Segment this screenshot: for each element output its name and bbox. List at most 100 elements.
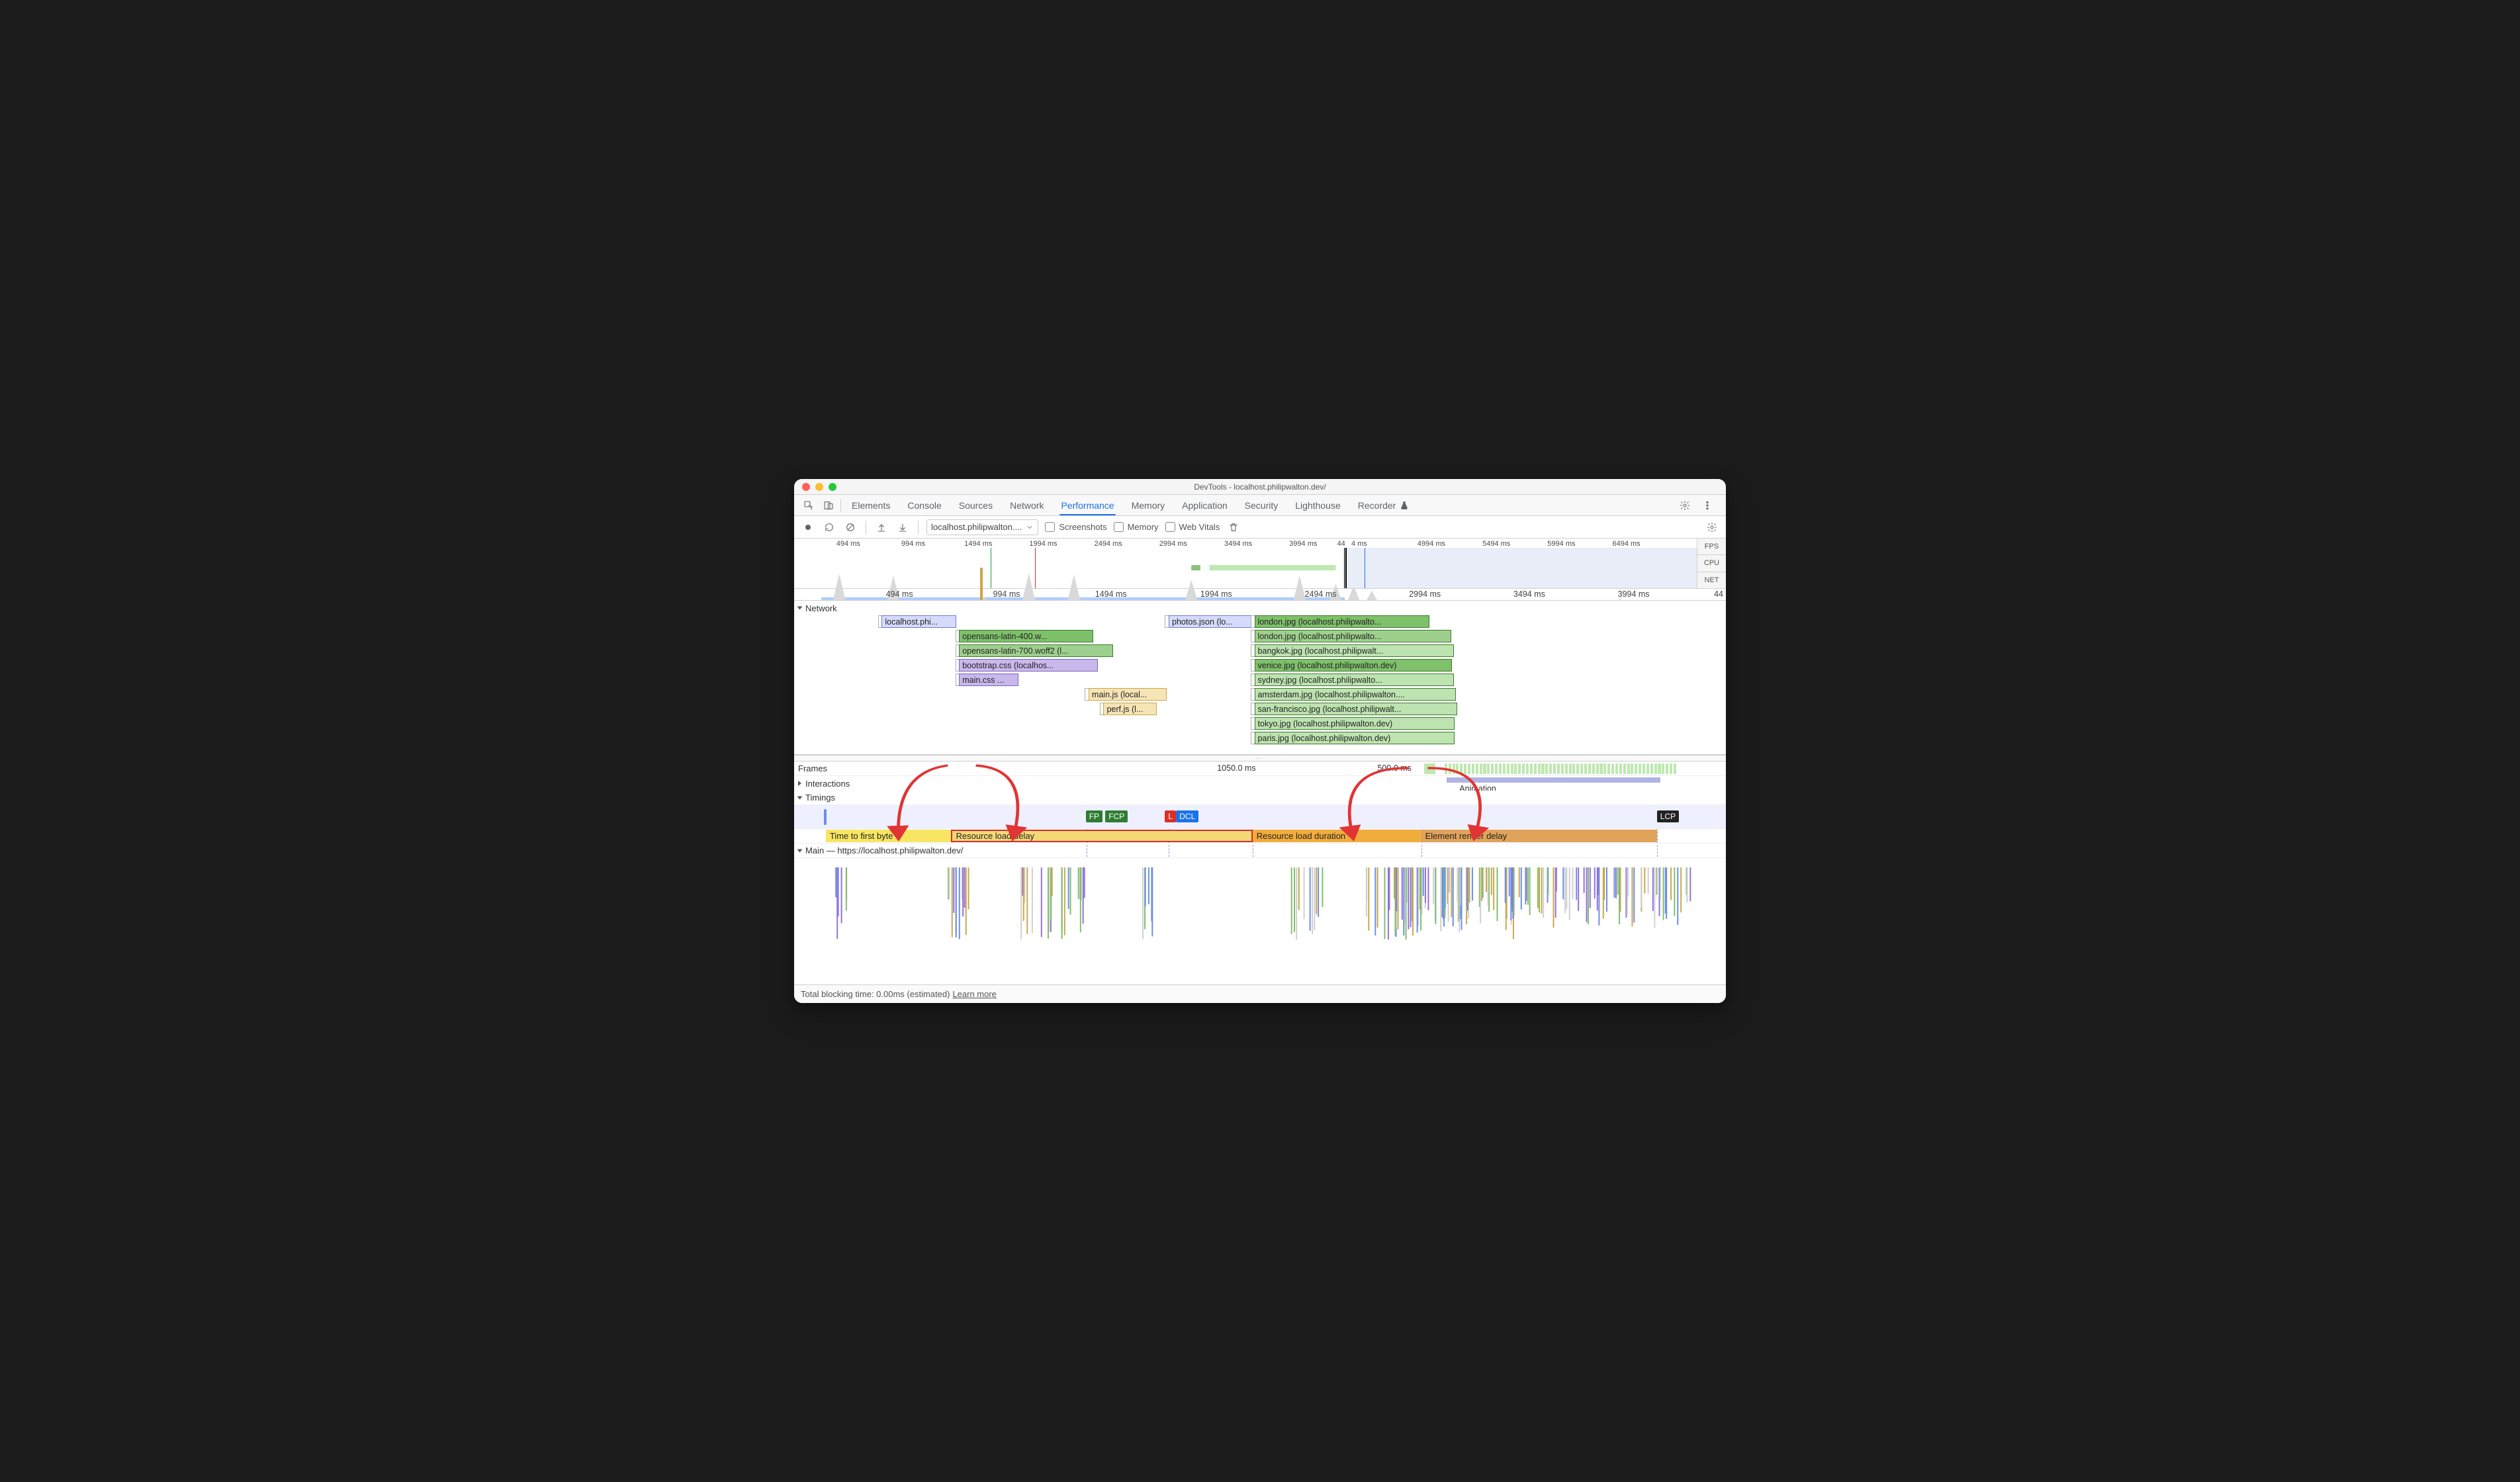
maximize-icon[interactable]: [829, 483, 836, 491]
badge-fp[interactable]: FP: [1086, 810, 1102, 822]
network-request[interactable]: sydney.jpg (localhost.philipwalto...: [1255, 674, 1454, 686]
network-request[interactable]: perf.js (l...: [1103, 703, 1156, 715]
timings-row[interactable]: FPFCP LDCL LCP: [794, 805, 1726, 829]
target-select-label: localhost.philipwalton....: [931, 522, 1022, 532]
seg-render-delay[interactable]: Element render delay: [1421, 830, 1657, 842]
status-footer: Total blocking time: 0.00ms (estimated) …: [794, 984, 1726, 1003]
network-request[interactable]: amsterdam.jpg (localhost.philipwalton...…: [1255, 688, 1456, 701]
network-request[interactable]: localhost.phi...: [881, 615, 956, 628]
overview-tick: 4994 ms: [1418, 540, 1445, 548]
badge-dcl[interactable]: DCL: [1176, 810, 1198, 822]
seg-load-duration[interactable]: Resource load duration: [1253, 830, 1421, 842]
lane-fps: FPS: [1697, 539, 1726, 555]
learn-more-link[interactable]: Learn more: [952, 989, 996, 999]
seg-load-delay[interactable]: Resource load delay: [951, 830, 1253, 842]
panels: Network localhost.phi...opensans-latin-4…: [794, 601, 1726, 984]
overview-tick: 44: [1337, 540, 1345, 548]
reload-icon[interactable]: [822, 520, 836, 535]
network-request[interactable]: bangkok.jpg (localhost.philipwalt...: [1255, 644, 1454, 657]
devtools-window: DevTools - localhost.philipwalton.dev/ E…: [794, 479, 1726, 1003]
lcp-breakdown-row[interactable]: Time to first byteResource load delayRes…: [794, 829, 1726, 844]
settings-icon[interactable]: [1676, 496, 1694, 515]
main-flame-canvas[interactable]: [794, 858, 1726, 920]
main-header[interactable]: Main — https://localhost.philipwalton.de…: [794, 844, 1726, 858]
main-tabs: Elements Console Sources Network Perform…: [794, 495, 1726, 516]
badge-lcp[interactable]: LCP: [1657, 810, 1679, 822]
overview-tick: 6494 ms: [1612, 540, 1640, 548]
tab-lighthouse[interactable]: Lighthouse: [1287, 496, 1349, 515]
network-request[interactable]: london.jpg (localhost.philipwalto...: [1255, 615, 1430, 628]
tab-memory[interactable]: Memory: [1124, 496, 1173, 515]
overview-tick: 5994 ms: [1547, 540, 1575, 548]
timings-header[interactable]: Timings: [794, 791, 1726, 805]
tab-security[interactable]: Security: [1237, 496, 1286, 515]
clear-icon[interactable]: [843, 520, 858, 535]
tab-application[interactable]: Application: [1174, 496, 1236, 515]
title-bar: DevTools - localhost.philipwalton.dev/: [794, 479, 1726, 495]
target-select[interactable]: localhost.philipwalton....: [926, 519, 1038, 535]
tab-sources[interactable]: Sources: [951, 496, 1001, 515]
network-header[interactable]: Network: [794, 601, 1726, 615]
window-title: DevTools - localhost.philipwalton.dev/: [1194, 482, 1326, 492]
overview-tick: 494 ms: [836, 540, 860, 548]
overview-tick: 5494 ms: [1482, 540, 1510, 548]
minimize-icon[interactable]: [815, 483, 823, 491]
panel-settings-icon[interactable]: [1705, 520, 1719, 535]
tab-network[interactable]: Network: [1002, 496, 1052, 515]
flame-area: Frames 1050.0 ms500.0 ms Interactions An…: [794, 762, 1726, 920]
network-request[interactable]: venice.jpg (localhost.philipwalton.dev): [1255, 659, 1452, 672]
network-request[interactable]: main.css ...: [959, 674, 1018, 686]
download-icon[interactable]: [895, 520, 910, 535]
overview-tick: 3494 ms: [1224, 540, 1252, 548]
close-icon[interactable]: [802, 483, 810, 491]
tab-performance[interactable]: Performance: [1053, 496, 1122, 515]
network-block: Network localhost.phi...opensans-latin-4…: [794, 601, 1726, 755]
disclosure-triangle-icon: [797, 796, 803, 799]
network-request[interactable]: opensans-latin-700.woff2 (l...: [959, 644, 1112, 657]
overview-tick: 994 ms: [901, 540, 925, 548]
cb-memory[interactable]: Memory: [1114, 522, 1159, 532]
overview-tick: 2994 ms: [1159, 540, 1187, 548]
disclosure-triangle-icon: [797, 849, 803, 852]
ruler-tick: 994 ms: [993, 589, 1020, 599]
ruler-tick: 2994 ms: [1409, 589, 1441, 599]
network-request[interactable]: san-francisco.jpg (localhost.philipwalt.…: [1255, 703, 1458, 715]
more-icon[interactable]: [1698, 496, 1717, 515]
resize-grip[interactable]: ⋯: [794, 755, 1726, 762]
overview-tick: 4 ms: [1351, 540, 1367, 548]
frame-time: 1050.0 ms: [1217, 763, 1255, 773]
cb-webvitals[interactable]: Web Vitals: [1165, 522, 1220, 532]
ruler-tick: 494 ms: [886, 589, 913, 599]
chevron-down-icon: [1026, 523, 1034, 531]
ruler-tick: 3494 ms: [1513, 589, 1545, 599]
tab-recorder[interactable]: Recorder: [1350, 496, 1418, 515]
tab-console[interactable]: Console: [899, 496, 949, 515]
overview-tick: 3994 ms: [1289, 540, 1317, 548]
device-toggle-icon[interactable]: [819, 496, 838, 515]
disclosure-triangle-icon: [798, 781, 801, 786]
network-request[interactable]: photos.json (lo...: [1169, 615, 1255, 628]
network-request[interactable]: london.jpg (localhost.philipwalto...: [1255, 630, 1451, 642]
record-icon[interactable]: [801, 520, 815, 535]
ruler-tick: 2494 ms: [1305, 589, 1337, 599]
frames-header[interactable]: Frames 1050.0 ms500.0 ms: [794, 762, 1726, 776]
tbt-label: Total blocking time: 0.00ms (estimated): [801, 989, 950, 999]
upload-icon[interactable]: [874, 520, 889, 535]
seg-ttfb[interactable]: Time to first byte: [826, 830, 951, 842]
tab-elements[interactable]: Elements: [844, 496, 898, 515]
network-request[interactable]: bootstrap.css (localhos...: [959, 659, 1098, 672]
overview-strip[interactable]: 494 ms994 ms1494 ms1994 ms2494 ms2994 ms…: [794, 539, 1726, 589]
trash-icon[interactable]: [1226, 520, 1241, 535]
badge-fcp[interactable]: FCP: [1105, 810, 1128, 822]
traffic-lights: [794, 483, 836, 491]
detailed-ruler[interactable]: 494 ms994 ms1494 ms1994 ms2494 ms2994 ms…: [794, 589, 1726, 601]
interactions-row[interactable]: Interactions Animation: [794, 776, 1726, 791]
network-request[interactable]: paris.jpg (localhost.philipwalton.dev): [1255, 732, 1455, 744]
badge-l[interactable]: L: [1165, 810, 1176, 822]
network-request[interactable]: main.js (local...: [1089, 688, 1167, 701]
inspect-icon[interactable]: [799, 496, 818, 515]
cb-screenshots[interactable]: Screenshots: [1045, 522, 1106, 532]
lane-cpu: CPU: [1697, 555, 1726, 572]
network-request[interactable]: tokyo.jpg (localhost.philipwalton.dev): [1255, 717, 1455, 730]
network-request[interactable]: opensans-latin-400.w...: [959, 630, 1093, 642]
